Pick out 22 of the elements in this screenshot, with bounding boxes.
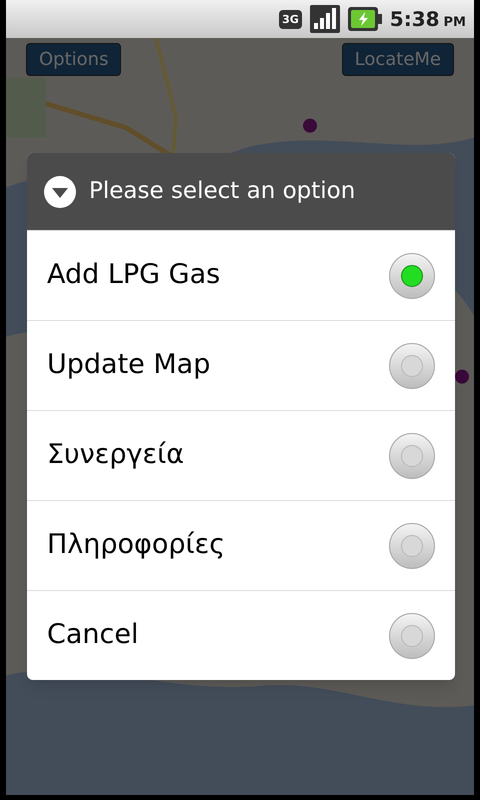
radio-button[interactable] (389, 342, 435, 388)
clock-time: 5:38 (390, 6, 440, 33)
option-row[interactable]: Cancel (27, 590, 455, 680)
signal-icon (310, 5, 340, 33)
radio-button[interactable] (389, 252, 435, 298)
option-row[interactable]: Add LPG Gas (27, 230, 455, 320)
network-type-icon: 3G (279, 10, 302, 28)
battery-icon (348, 7, 382, 31)
radio-button[interactable] (389, 522, 435, 568)
option-label: Add LPG Gas (47, 258, 220, 292)
option-label: Update Map (47, 348, 210, 382)
radio-button[interactable] (389, 432, 435, 478)
option-row[interactable]: Συνεργεία (27, 410, 455, 500)
option-row[interactable]: Πληροφορίες (27, 500, 455, 590)
radio-button[interactable] (389, 612, 435, 658)
option-label: Συνεργεία (47, 438, 184, 472)
option-label: Cancel (47, 618, 138, 652)
dropdown-icon (43, 174, 77, 208)
clock-meridiem: PM (444, 14, 466, 32)
option-row[interactable]: Update Map (27, 320, 455, 410)
option-label: Πληροφορίες (47, 528, 226, 562)
dialog-title: Please select an option (89, 177, 356, 206)
